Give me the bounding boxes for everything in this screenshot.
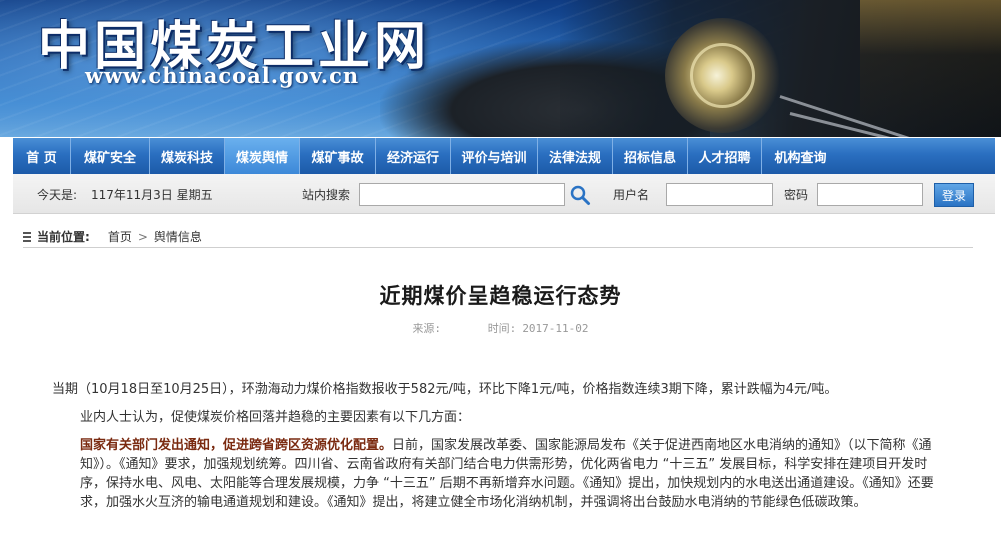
- article-paragraph: 国家有关部门发出通知，促进跨省跨区资源优化配置。日前，国家发展改革委、国家能源局…: [52, 436, 947, 512]
- breadcrumb-separator: >: [137, 229, 148, 244]
- nav-item-laws[interactable]: 法律法规: [538, 138, 613, 174]
- password-input[interactable]: [817, 183, 923, 206]
- login-button[interactable]: 登录: [934, 183, 974, 207]
- nav-item-org-search[interactable]: 机构查询: [762, 138, 839, 174]
- today-label: 今天是:: [37, 188, 78, 202]
- nav-item-evaluation-training[interactable]: 评价与培训: [451, 138, 538, 174]
- article-body: 当期（10月18日至10月25日），环渤海动力煤价格指数报收于582元/吨，环比…: [52, 380, 947, 521]
- breadcrumb-current[interactable]: 舆情信息: [154, 228, 202, 245]
- paragraph-lead: 国家有关部门发出通知，促进跨省跨区资源优化配置。: [80, 438, 393, 453]
- nav-item-economy[interactable]: 经济运行: [376, 138, 451, 174]
- nav-item-coal-tech[interactable]: 煤炭科技: [150, 138, 225, 174]
- username-label: 用户名: [613, 188, 650, 202]
- today-date: 117年11月3日 星期五: [91, 188, 213, 202]
- breadcrumb-home-link[interactable]: 首页: [108, 228, 132, 245]
- article-time: 时间: 2017-11-02: [488, 322, 589, 335]
- username-input[interactable]: [666, 183, 773, 206]
- search-input[interactable]: [359, 183, 565, 206]
- toolbar: 今天是: 117年11月3日 星期五 站内搜索 用户名 密码 登录: [13, 174, 995, 214]
- time-label: 时间:: [487, 322, 517, 335]
- nav-item-coal-opinion[interactable]: 煤炭舆情: [225, 138, 300, 174]
- time-value: 2017-11-02: [522, 322, 589, 335]
- site-url: www.chinacoal.gov.cn: [85, 63, 360, 88]
- mining-machine-ring: [690, 43, 755, 108]
- article-meta: 来源: 时间: 2017-11-02: [0, 320, 1001, 336]
- breadcrumb-marker-icon: [23, 231, 31, 242]
- main-nav: 首 页 煤矿安全 煤炭科技 煤炭舆情 煤矿事故 经济运行 评价与培训 法律法规 …: [13, 138, 995, 174]
- password-label: 密码: [784, 188, 809, 202]
- article-source: 来源:: [412, 322, 441, 335]
- article-paragraph: 当期（10月18日至10月25日），环渤海动力煤价格指数报收于582元/吨，环比…: [52, 382, 838, 397]
- search-label: 站内搜索: [302, 188, 351, 202]
- article-paragraph: 业内人士认为，促使煤炭价格回落并趋稳的主要因素有以下几方面：: [80, 410, 471, 425]
- nav-item-mine-safety[interactable]: 煤矿安全: [71, 138, 150, 174]
- source-label: 来源:: [412, 322, 442, 335]
- site-banner: 中国煤炭工业网 www.chinacoal.gov.cn: [0, 0, 1001, 137]
- search-icon[interactable]: [569, 184, 591, 206]
- nav-item-home[interactable]: 首 页: [13, 138, 71, 174]
- tunnel-light: [860, 0, 1001, 137]
- breadcrumb-label: 当前位置:: [37, 230, 90, 244]
- nav-item-bidding[interactable]: 招标信息: [613, 138, 688, 174]
- nav-item-mine-accidents[interactable]: 煤矿事故: [300, 138, 376, 174]
- article-title: 近期煤价呈趋稳运行态势: [379, 284, 622, 308]
- breadcrumb: 当前位置: 首页 > 舆情信息: [23, 226, 973, 248]
- nav-item-recruitment[interactable]: 人才招聘: [688, 138, 762, 174]
